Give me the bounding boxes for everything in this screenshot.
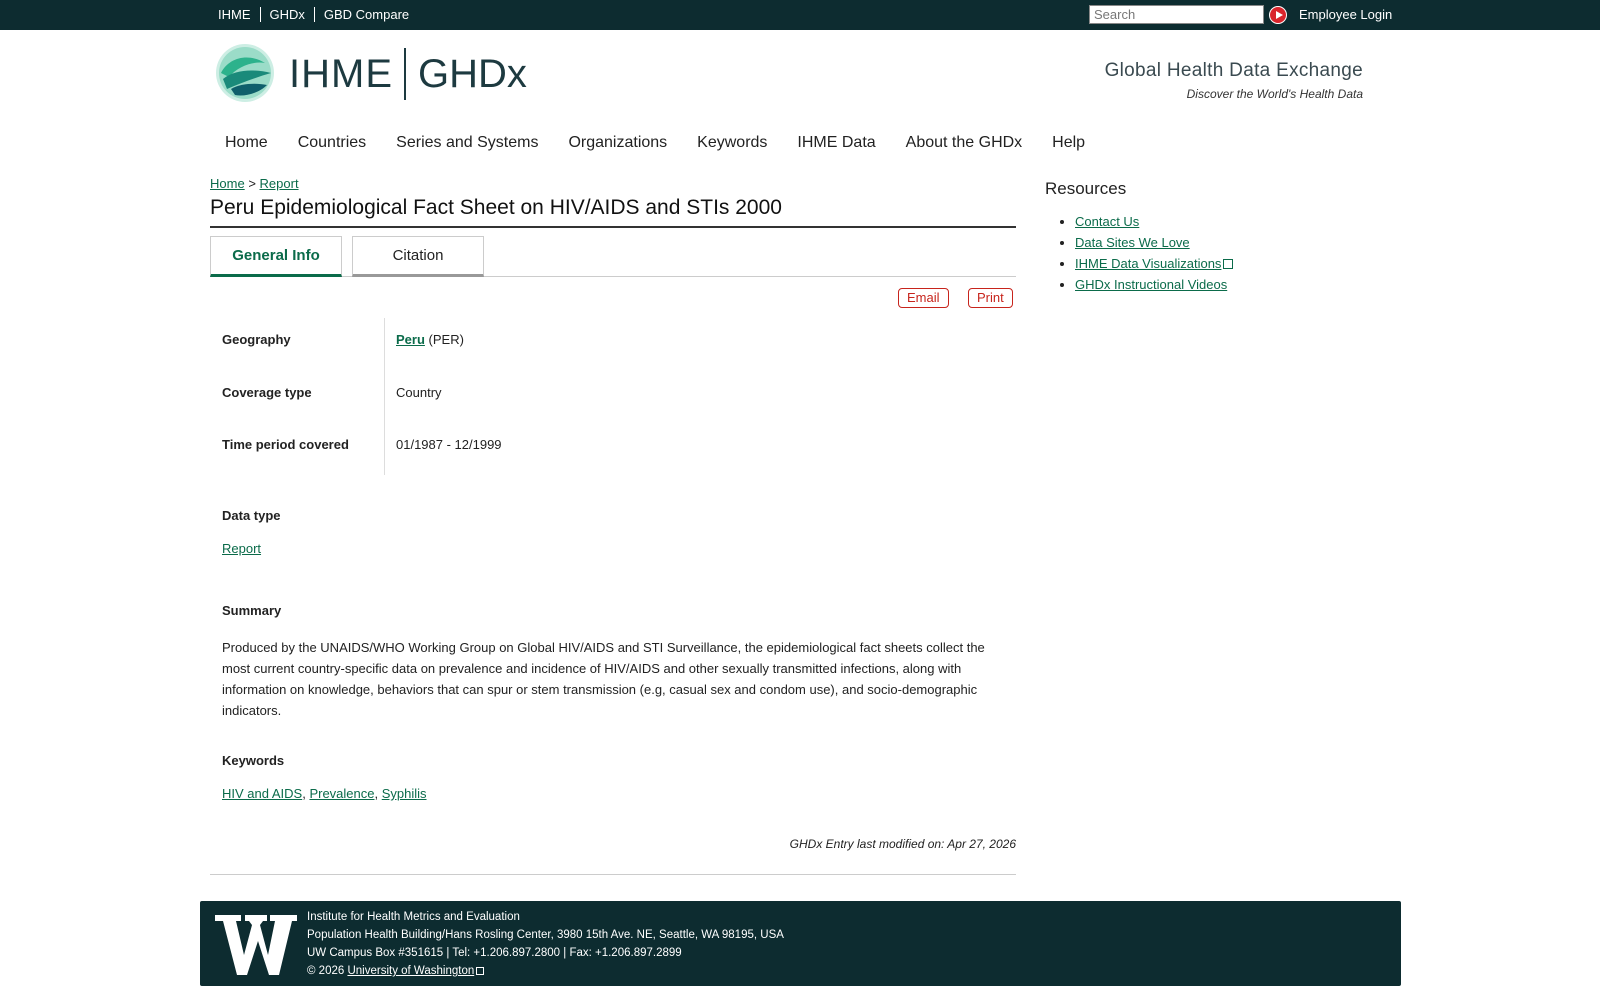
- tagline-title: Global Health Data Exchange: [1104, 60, 1363, 81]
- fields-divider: [384, 318, 385, 475]
- time-period-label: Time period covered: [222, 437, 349, 452]
- nav-home[interactable]: Home: [225, 134, 268, 152]
- coverage-type-value: Country: [396, 385, 442, 400]
- breadcrumb: Home > Report: [210, 176, 299, 191]
- footer-contact: UW Campus Box #351615 | Tel: +1.206.897.…: [307, 947, 682, 959]
- external-link-icon: [1223, 259, 1234, 269]
- geography-value: Peru (PER): [396, 332, 464, 347]
- search-submit-icon[interactable]: [1269, 6, 1287, 24]
- nav-help[interactable]: Help: [1052, 134, 1085, 152]
- breadcrumb-report[interactable]: Report: [260, 176, 299, 191]
- logo-ghdx-text[interactable]: GHDx: [418, 52, 527, 97]
- breadcrumb-separator: >: [248, 176, 256, 191]
- tab-general-info[interactable]: General Info: [210, 236, 342, 277]
- print-button[interactable]: Print: [968, 288, 1013, 308]
- main-nav: Home Countries Series and Systems Organi…: [225, 134, 1115, 152]
- footer: Institute for Health Metrics and Evaluat…: [200, 901, 1401, 986]
- top-nav: IHME GHDx GBD Compare: [218, 7, 418, 22]
- data-type-link[interactable]: Report: [222, 541, 261, 556]
- footer-uw-link[interactable]: University of Washington: [347, 965, 474, 977]
- logo-ihme-text[interactable]: IHME: [289, 52, 393, 97]
- nav-organizations[interactable]: Organizations: [568, 134, 667, 152]
- resource-item: GHDx Instructional Videos: [1075, 277, 1233, 293]
- content-divider: [210, 874, 1016, 875]
- ihme-logo-icon[interactable]: [215, 43, 275, 103]
- email-button[interactable]: Email: [898, 288, 949, 308]
- nav-keywords[interactable]: Keywords: [697, 134, 767, 152]
- nav-countries[interactable]: Countries: [298, 134, 366, 152]
- geography-link[interactable]: Peru: [396, 332, 425, 347]
- footer-address: Population Health Building/Hans Rosling …: [307, 929, 784, 941]
- tab-bar: General Info Citation: [210, 236, 1016, 277]
- tagline-subtitle: Discover the World's Health Data: [1186, 87, 1363, 101]
- top-bar: IHME GHDx GBD Compare Employee Login: [0, 0, 1600, 30]
- resources-title: Resources: [1045, 179, 1127, 198]
- keyword-link-prevalence[interactable]: Prevalence: [309, 786, 374, 801]
- geography-label: Geography: [222, 332, 291, 347]
- resource-item: IHME Data Visualizations: [1075, 256, 1234, 272]
- search-input[interactable]: [1089, 5, 1264, 24]
- page-title: Peru Epidemiological Fact Sheet on HIV/A…: [210, 196, 1016, 228]
- external-link-icon: [476, 967, 485, 975]
- resource-instructional-videos[interactable]: GHDx Instructional Videos: [1075, 277, 1227, 292]
- resource-contact-us[interactable]: Contact Us: [1075, 214, 1139, 229]
- resource-ihme-visualizations[interactable]: IHME Data Visualizations: [1075, 256, 1221, 271]
- resources-list: Contact Us Data Sites We Love IHME Data …: [1075, 214, 1234, 298]
- summary-label: Summary: [222, 603, 282, 618]
- resource-data-sites[interactable]: Data Sites We Love: [1075, 235, 1190, 250]
- top-link-ghdx[interactable]: GHDx: [259, 7, 314, 22]
- footer-org-name: Institute for Health Metrics and Evaluat…: [307, 911, 520, 923]
- nav-series-and-systems[interactable]: Series and Systems: [396, 134, 538, 152]
- keywords-list: HIV and AIDS, Prevalence, Syphilis: [222, 786, 427, 801]
- coverage-type-label: Coverage type: [222, 385, 312, 400]
- employee-login-link[interactable]: Employee Login: [1299, 7, 1392, 22]
- data-type-label: Data type: [222, 508, 281, 523]
- footer-text: Institute for Health Metrics and Evaluat…: [307, 908, 784, 980]
- nav-ihme-data[interactable]: IHME Data: [797, 134, 875, 152]
- geography-code: (PER): [428, 332, 464, 347]
- last-modified-text: GHDx Entry last modified on: Apr 27, 202…: [789, 837, 1016, 851]
- logo-divider: [404, 48, 406, 100]
- site-tagline: Global Health Data Exchange Discover the…: [1105, 60, 1363, 101]
- breadcrumb-home[interactable]: Home: [210, 176, 245, 191]
- top-link-gbd-compare[interactable]: GBD Compare: [313, 7, 418, 22]
- keyword-link-hiv-and-aids[interactable]: HIV and AIDS: [222, 786, 302, 801]
- top-link-ihme[interactable]: IHME: [218, 7, 260, 22]
- summary-text: Produced by the UNAIDS/WHO Working Group…: [222, 640, 985, 718]
- time-period-value: 01/1987 - 12/1999: [396, 437, 502, 452]
- resource-item: Data Sites We Love: [1075, 235, 1233, 251]
- footer-copyright: © 2026 University of Washington: [307, 962, 784, 980]
- resource-item: Contact Us: [1075, 214, 1233, 230]
- keyword-link-syphilis[interactable]: Syphilis: [382, 786, 427, 801]
- tab-citation[interactable]: Citation: [352, 236, 484, 277]
- nav-about-the-ghdx[interactable]: About the GHDx: [906, 134, 1023, 152]
- uw-w-logo-icon[interactable]: [215, 915, 297, 975]
- keywords-label: Keywords: [222, 753, 285, 768]
